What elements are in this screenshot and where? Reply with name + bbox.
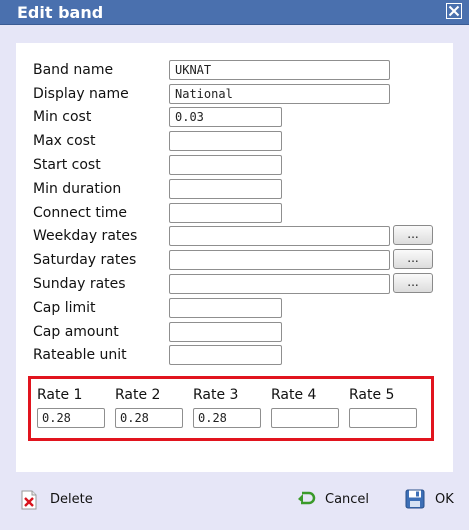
saturday-rates-browse-button[interactable]: ... — [393, 249, 433, 269]
band-name-input[interactable]: UKNAT — [169, 60, 390, 80]
delete-label: Delete — [50, 492, 93, 507]
rate-3-label: Rate 3 — [193, 387, 239, 403]
ok-button[interactable]: OK — [405, 488, 460, 512]
saturday-rates-input[interactable] — [169, 250, 390, 270]
field-row-saturday-rates: Saturday rates... — [16, 249, 453, 270]
rate-5-input[interactable] — [349, 408, 417, 428]
cap-limit-input[interactable] — [169, 298, 282, 318]
field-row-rateable-unit: Rateable unit — [16, 345, 453, 365]
rate-5-label: Rate 5 — [349, 387, 395, 403]
field-label-sunday-rates: Sunday rates — [33, 276, 126, 292]
field-label-weekday-rates: Weekday rates — [33, 228, 138, 244]
start-cost-input[interactable] — [169, 155, 282, 175]
weekday-rates-browse-button[interactable]: ... — [393, 225, 433, 245]
ok-label: OK — [435, 492, 454, 507]
rate-4-label: Rate 4 — [271, 387, 317, 403]
field-row-min-duration: Min duration — [16, 179, 453, 199]
field-label-saturday-rates: Saturday rates — [33, 252, 137, 268]
field-label-cap-amount: Cap amount — [33, 324, 119, 340]
field-row-sunday-rates: Sunday rates... — [16, 273, 453, 294]
field-label-connect-time: Connect time — [33, 205, 127, 221]
rate-3-input[interactable]: 0.28 — [193, 408, 261, 428]
rates-highlight-box: Rate 1 0.28 Rate 2 0.28 Rate 3 0.28 Rate 4 Rate… — [28, 376, 434, 441]
min-duration-input[interactable] — [169, 179, 282, 199]
min-cost-input[interactable]: 0.03 — [169, 107, 282, 127]
field-label-cap-limit: Cap limit — [33, 300, 96, 316]
undo-arrow-icon — [298, 491, 316, 505]
field-row-weekday-rates: Weekday rates... — [16, 225, 453, 246]
close-button[interactable] — [446, 3, 462, 19]
connect-time-input[interactable] — [169, 203, 282, 223]
field-label-band-name: Band name — [33, 62, 114, 78]
rate-2-label: Rate 2 — [115, 387, 161, 403]
field-label-min-duration: Min duration — [33, 181, 122, 197]
field-row-min-cost: Min cost 0.03 — [16, 107, 453, 127]
rate-4-input[interactable] — [271, 408, 339, 428]
field-row-display-name: Display name National — [16, 84, 453, 104]
field-label-start-cost: Start cost — [33, 157, 101, 173]
field-label-min-cost: Min cost — [33, 109, 92, 125]
field-row-cap-amount: Cap amount — [16, 322, 453, 342]
sunday-rates-browse-button[interactable]: ... — [393, 273, 433, 293]
cancel-button[interactable]: Cancel — [296, 488, 376, 512]
field-row-start-cost: Start cost — [16, 155, 453, 175]
save-disk-icon — [405, 489, 425, 509]
weekday-rates-input[interactable] — [169, 226, 390, 246]
rate-1-input[interactable]: 0.28 — [37, 408, 105, 428]
cancel-label: Cancel — [325, 492, 370, 507]
form-panel: Rate 1 0.28 Rate 2 0.28 Rate 3 0.28 Rate 4 Rate… — [16, 43, 453, 472]
max-cost-input[interactable] — [169, 131, 282, 151]
cap-amount-input[interactable] — [169, 322, 282, 342]
sunday-rates-input[interactable] — [169, 274, 390, 294]
close-icon — [448, 5, 460, 17]
rate-1-label: Rate 1 — [37, 387, 83, 403]
display-name-input[interactable]: National — [169, 84, 390, 104]
delete-button[interactable]: Delete — [20, 488, 100, 512]
field-label-display-name: Display name — [33, 86, 129, 102]
field-row-cap-limit: Cap limit — [16, 298, 453, 318]
rate-2-input[interactable]: 0.28 — [115, 408, 183, 428]
field-row-max-cost: Max cost — [16, 131, 453, 151]
dialog-title: Edit band — [17, 3, 104, 22]
rateable-unit-input[interactable] — [169, 345, 282, 365]
field-row-band-name: Band name UKNAT — [16, 60, 453, 80]
delete-icon — [21, 490, 37, 510]
field-row-connect-time: Connect time — [16, 203, 453, 223]
dialog-titlebar: Edit band — [0, 0, 469, 25]
field-label-rateable-unit: Rateable unit — [33, 347, 127, 363]
field-label-max-cost: Max cost — [33, 133, 96, 149]
